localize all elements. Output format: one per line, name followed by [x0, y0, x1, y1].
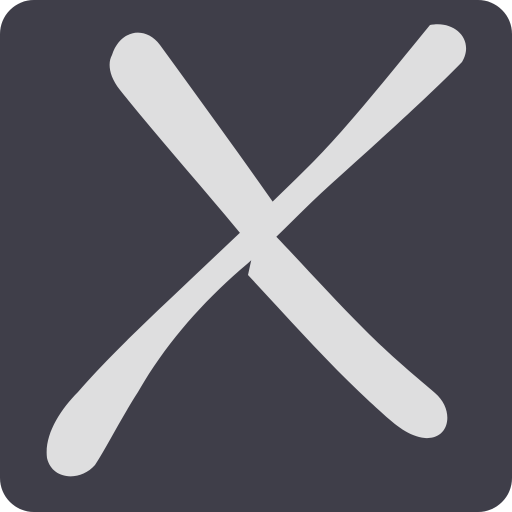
close-x-icon	[0, 0, 512, 512]
app-icon[interactable]	[0, 0, 512, 512]
